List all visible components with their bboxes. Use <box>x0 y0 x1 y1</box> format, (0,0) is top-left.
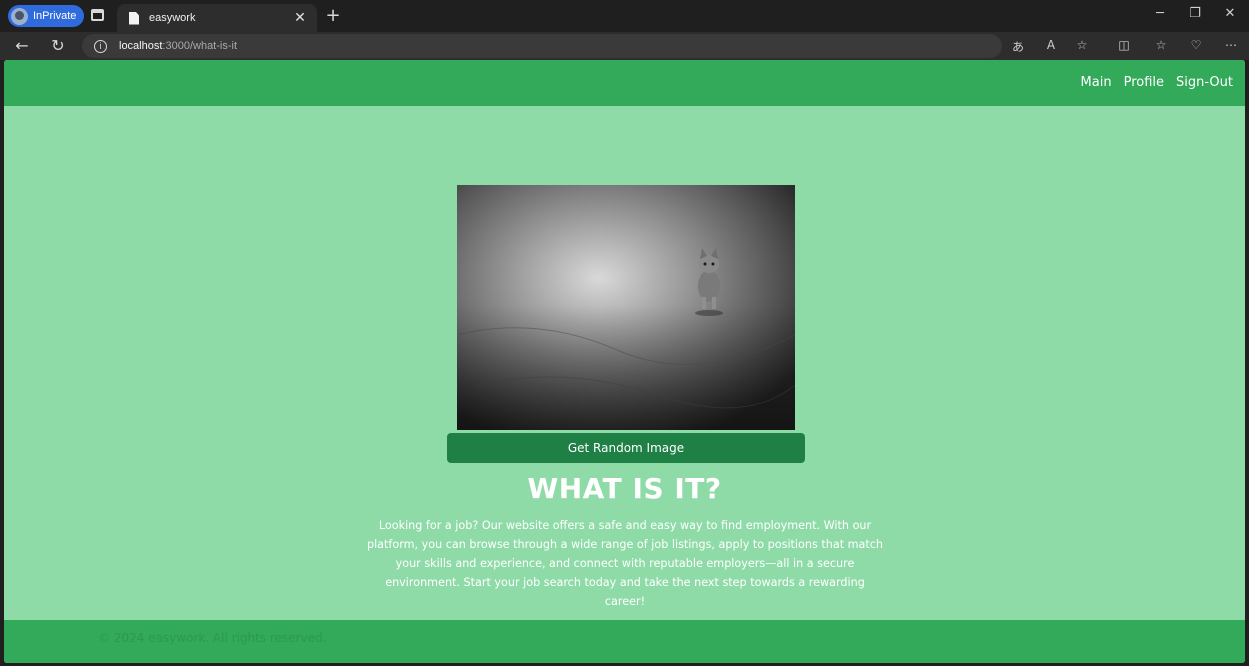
read-aloud-icon[interactable]: A <box>1042 38 1060 52</box>
page-heading: WHAT IS IT? <box>527 472 722 505</box>
url-path: :3000/what-is-it <box>162 40 238 52</box>
tab-title: easywork <box>149 12 196 24</box>
random-cat-image <box>457 185 795 430</box>
favorites-icon[interactable]: ☆ <box>1152 38 1170 52</box>
refresh-icon[interactable]: ↻ <box>48 36 68 56</box>
site-header: Main Profile Sign-Out <box>4 60 1245 106</box>
page: Main Profile Sign-Out Get Random Image W… <box>4 60 1245 663</box>
site-nav: Main Profile Sign-Out <box>1081 75 1233 90</box>
more-menu-icon[interactable]: ⋯ <box>1222 38 1240 52</box>
nav-main-link[interactable]: Main <box>1081 75 1112 90</box>
inprivate-badge[interactable]: InPrivate <box>8 5 85 27</box>
nav-profile-link[interactable]: Profile <box>1124 75 1164 90</box>
close-window-icon[interactable]: ✕ <box>1220 6 1240 21</box>
browser-address-bar: ← ↻ i localhost:3000/what-is-it あ A ☆ ◫ … <box>0 32 1249 60</box>
translate-icon[interactable]: あ <box>1009 38 1027 55</box>
browser-tab-bar: InPrivate easywork ✕ + ─ ❐ ✕ <box>0 0 1249 32</box>
restore-icon[interactable]: ❐ <box>1185 6 1205 21</box>
close-tab-icon[interactable]: ✕ <box>291 10 309 26</box>
description-text: Looking for a job? Our website offers a … <box>366 519 884 608</box>
inprivate-label: InPrivate <box>33 10 77 22</box>
page-icon <box>129 11 139 25</box>
copyright-text: © 2024 easywork. All rights reserved. <box>98 631 327 645</box>
url-field[interactable]: i localhost:3000/what-is-it <box>82 34 1002 58</box>
profile-avatar-icon <box>11 7 28 25</box>
new-tab-icon[interactable]: + <box>322 5 344 27</box>
url-host: localhost <box>119 40 163 52</box>
tab-actions-icon[interactable] <box>91 9 104 21</box>
split-screen-icon[interactable]: ◫ <box>1115 38 1133 52</box>
nav-signout-link[interactable]: Sign-Out <box>1176 75 1233 90</box>
get-random-image-button[interactable]: Get Random Image <box>447 433 805 463</box>
back-icon[interactable]: ← <box>12 36 32 56</box>
browser-essentials-icon[interactable]: ♡ <box>1187 38 1205 52</box>
site-footer: © 2024 easywork. All rights reserved. <box>4 620 1245 663</box>
cat-photo <box>457 185 795 430</box>
browser-tab[interactable]: easywork ✕ <box>117 4 317 32</box>
info-icon[interactable]: i <box>94 39 107 53</box>
minimize-icon[interactable]: ─ <box>1150 6 1170 21</box>
favorite-star-icon[interactable]: ☆ <box>1073 38 1091 52</box>
